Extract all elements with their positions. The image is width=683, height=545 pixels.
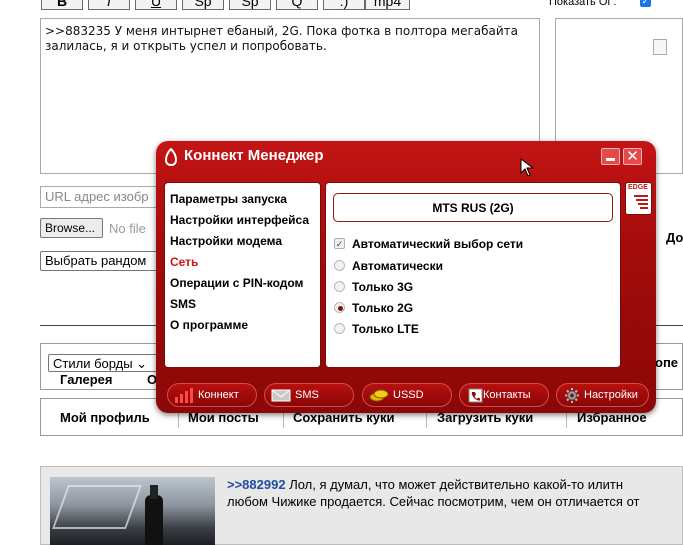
smile-button[interactable]: :): [323, 0, 365, 10]
tab-settings[interactable]: Настройки: [556, 383, 649, 407]
strike-button[interactable]: Sp: [182, 0, 224, 10]
radio-2g[interactable]: [334, 302, 345, 313]
settings-menu-panel: [164, 182, 321, 368]
radio-2g-label: Только 2G: [352, 301, 414, 315]
mouse-cursor-icon: [520, 158, 536, 178]
tab-connect[interactable]: Коннект: [167, 383, 257, 407]
post-image[interactable]: [50, 477, 215, 545]
quote-button[interactable]: Q: [276, 0, 318, 10]
signal-bars-icon: [634, 195, 648, 213]
connect-manager-title: Коннект Менеджер: [184, 147, 324, 164]
gear-icon: [565, 388, 579, 403]
italic-button[interactable]: I: [88, 0, 130, 10]
operator-display: MTS RUS (2G): [333, 193, 613, 222]
gallery-link[interactable]: Галерея: [60, 372, 113, 387]
bold-button[interactable]: B: [41, 0, 83, 10]
menu-about[interactable]: О программе: [170, 318, 248, 332]
random-select[interactable]: Выбрать рандом: [40, 251, 162, 271]
nav-my-profile[interactable]: Мой профиль: [60, 410, 150, 425]
menu-network[interactable]: Сеть: [170, 255, 198, 269]
edge-indicator: EDGE: [625, 182, 652, 215]
mts-logo-icon: [164, 147, 178, 167]
envelope-icon: [271, 389, 291, 402]
signal-icon: [175, 388, 193, 403]
broken-image-icon: [653, 39, 667, 55]
menu-modem-settings[interactable]: Настройки модема: [170, 234, 282, 248]
minimize-button[interactable]: [601, 148, 620, 165]
menu-sms[interactable]: SMS: [170, 297, 196, 311]
url-input[interactable]: URL адрес изобр: [40, 186, 162, 208]
post-reply-link[interactable]: >>882992: [227, 477, 286, 492]
mp4-button[interactable]: mp4: [365, 0, 410, 10]
browse-button[interactable]: Browse...: [40, 218, 103, 238]
auto-select-checkbox[interactable]: ✓: [334, 238, 345, 249]
no-file-text: No file: [109, 221, 146, 236]
right-cut-text: До: [666, 230, 683, 245]
radio-lte-label: Только LTE: [352, 322, 419, 336]
menu-launch-params[interactable]: Параметры запуска: [170, 192, 287, 206]
menu-pin-operations[interactable]: Операции с PIN-кодом: [170, 276, 303, 290]
radio-auto[interactable]: [334, 260, 345, 271]
radio-lte[interactable]: [334, 323, 345, 334]
radio-3g[interactable]: [334, 281, 345, 292]
styles-select[interactable]: Стили борды ⌄: [48, 354, 158, 372]
radio-auto-label: Автоматически: [352, 259, 443, 273]
radio-3g-label: Только 3G: [352, 280, 414, 294]
show-og-label: Показать ОГ:: [549, 0, 617, 8]
show-og-checkbox[interactable]: ✓: [640, 0, 651, 7]
tab-sms[interactable]: SMS: [264, 383, 354, 407]
underline-button[interactable]: U: [135, 0, 177, 10]
tab-contacts[interactable]: Контакты: [459, 383, 549, 407]
tab-ussd[interactable]: USSD: [362, 383, 452, 407]
close-button[interactable]: ✕: [623, 148, 642, 165]
post-line-1: >>882992 Лол, я думал, что может действи…: [227, 477, 623, 492]
auto-select-label: Автоматический выбор сети: [352, 237, 524, 251]
nav-cut-link-right[interactable]: опе: [655, 355, 678, 370]
post-line-2: любом Чижике продается. Сейчас посмотрим…: [227, 494, 640, 509]
menu-interface-settings[interactable]: Настройки интерфейса: [170, 213, 309, 227]
spoiler-button[interactable]: Sp: [229, 0, 271, 10]
coins-icon: [369, 389, 389, 402]
